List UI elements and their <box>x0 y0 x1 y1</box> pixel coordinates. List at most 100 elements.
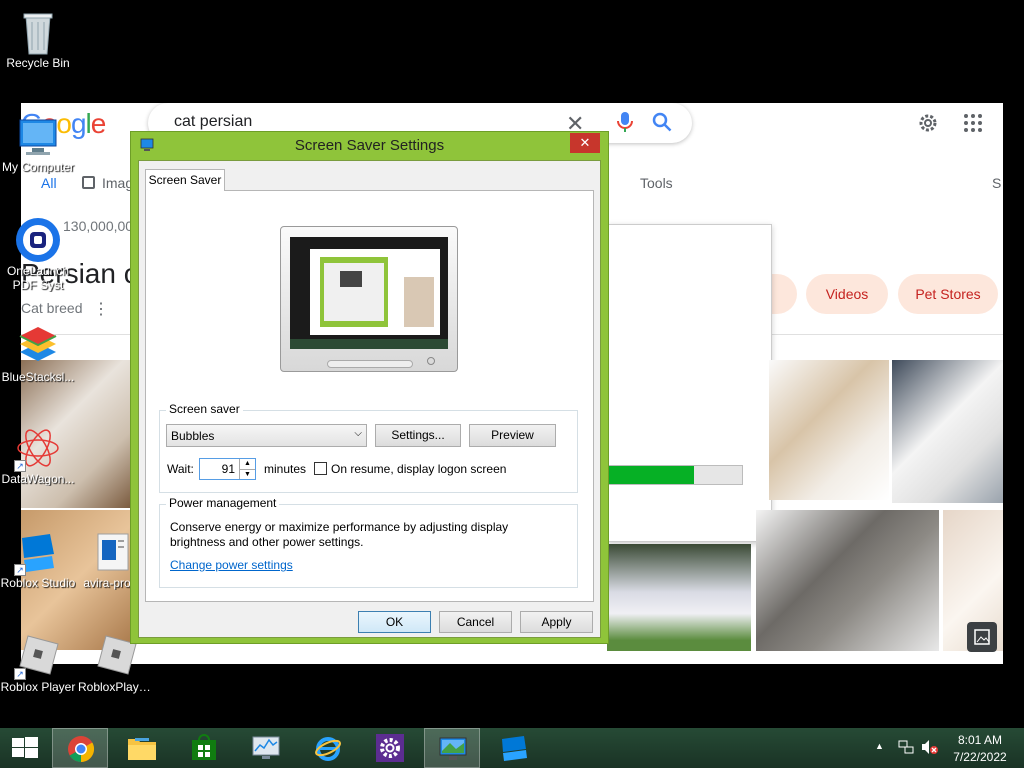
resume-label[interactable]: On resume, display logon screen <box>331 462 506 476</box>
dialog-body: Screen Saver Screen saver Bubbles ⌵ Sett… <box>138 160 601 638</box>
tab-tools[interactable]: Tools <box>640 175 673 191</box>
windows-logo-icon <box>12 737 38 758</box>
close-button[interactable]: ✕ <box>570 133 600 153</box>
preview-button[interactable]: Preview <box>469 424 556 447</box>
desktop-icon-label: Roblox Player <box>0 680 76 694</box>
minutes-label: minutes <box>264 462 307 476</box>
store-icon <box>192 734 216 760</box>
shortcut-arrow-icon: ↗ <box>14 564 26 576</box>
network-icon[interactable] <box>898 739 914 758</box>
selected-screensaver: Bubbles <box>171 429 215 443</box>
chrome-icon <box>68 736 95 763</box>
start-button[interactable] <box>0 728 50 768</box>
chip-pet-stores[interactable]: Pet Stores <box>898 274 998 314</box>
desktop-icon-onelaunch[interactable]: OneLaunch PDF Syst <box>0 216 76 292</box>
chevron-down-icon: ⌵ <box>354 428 362 439</box>
settings-gear-icon[interactable] <box>917 112 939 137</box>
desktop-icon-label: OneLaunch PDF Syst <box>6 264 70 292</box>
shortcut-arrow-icon: ↗ <box>14 668 26 680</box>
power-led-icon <box>427 357 435 365</box>
datawagon-icon: ↗ <box>14 424 62 472</box>
taskbar: ▲ 8:01 AM 7/22/2022 <box>0 728 1024 768</box>
search-icon[interactable] <box>652 112 672 135</box>
screen-saver-group: Screen saver Bubbles ⌵ Settings... Previ… <box>159 402 578 493</box>
folder-icon <box>128 738 156 760</box>
power-description: Conserve energy or maximize performance … <box>170 520 509 549</box>
knowledge-subtitle: Cat breed <box>21 300 83 316</box>
tab-panel: Screen saver Bubbles ⌵ Settings... Previ… <box>145 190 594 602</box>
desktop-icon-label: DataWagon... <box>1 472 75 486</box>
document-icon <box>88 528 136 576</box>
wait-stepper[interactable]: 91 ▲ ▼ <box>199 458 256 480</box>
onelaunch-icon <box>14 216 62 264</box>
cat-photo[interactable] <box>607 544 751 651</box>
tab-more[interactable]: S <box>992 175 1001 191</box>
chip-videos[interactable]: Videos <box>806 274 888 314</box>
taskbar-internet-explorer[interactable] <box>300 728 356 768</box>
more-options-icon[interactable]: ⋮ <box>93 299 109 319</box>
apply-button[interactable]: Apply <box>520 611 593 633</box>
cat-photo[interactable] <box>756 510 939 651</box>
clock-time[interactable]: 8:01 AM <box>950 733 1010 747</box>
desktop-icon-label: My Computer <box>1 160 75 174</box>
microphone-icon[interactable] <box>616 111 634 136</box>
image-icon <box>82 176 95 189</box>
wait-value[interactable]: 91 <box>222 462 235 476</box>
desktop-icon-datawagon[interactable]: ↗ DataWagon... <box>0 424 76 486</box>
desktop-icon-label: Recycle Bin <box>6 56 70 70</box>
volume-muted-icon[interactable] <box>921 739 939 758</box>
bluestacks-icon <box>14 322 62 370</box>
computer-icon <box>14 112 62 160</box>
wait-label: Wait: <box>167 462 194 476</box>
desktop-icon-my-computer[interactable]: My Computer <box>0 112 76 174</box>
taskbar-screen-saver[interactable] <box>424 728 480 768</box>
cat-photo[interactable] <box>892 360 1003 503</box>
image-search-icon[interactable] <box>967 622 997 652</box>
group-title: Power management <box>166 496 280 510</box>
taskbar-settings[interactable] <box>362 728 418 768</box>
settings-button[interactable]: Settings... <box>375 424 461 447</box>
spin-up-button[interactable]: ▲ <box>239 459 255 469</box>
gear-icon <box>376 734 404 762</box>
progress-bar <box>608 465 743 485</box>
roblox-player-icon: ↗ <box>14 632 62 680</box>
change-power-settings-link[interactable]: Change power settings <box>170 558 293 572</box>
taskbar-chrome[interactable] <box>52 728 108 768</box>
desktop-icon-label: BlueStacksl... <box>1 370 75 384</box>
resume-checkbox[interactable] <box>314 462 327 475</box>
taskbar-file-explorer[interactable] <box>114 728 170 768</box>
power-management-group: Power management Conserve energy or maxi… <box>159 496 578 588</box>
internet-explorer-icon <box>315 737 341 761</box>
screen-saver-dialog: Screen Saver Settings ✕ Screen Saver Scr <box>130 131 609 644</box>
desktop-icon-bluestacks[interactable]: BlueStacksl... <box>0 322 76 384</box>
progress-fill <box>609 466 695 484</box>
search-input[interactable]: cat persian <box>174 113 252 131</box>
spin-down-button[interactable]: ▼ <box>239 469 255 479</box>
clock-date[interactable]: 7/22/2022 <box>950 750 1010 764</box>
tab-screen-saver[interactable]: Screen Saver <box>145 169 225 191</box>
taskbar-resource-monitor[interactable] <box>238 728 294 768</box>
cat-photo[interactable] <box>769 360 889 500</box>
roblox-studio-icon: ↗ <box>14 528 62 576</box>
screensaver-select[interactable]: Bubbles ⌵ <box>166 424 367 447</box>
taskbar-roblox[interactable] <box>486 728 542 768</box>
ok-button[interactable]: OK <box>358 611 431 633</box>
desktop-icon-roblox-studio[interactable]: ↗ Roblox Studio <box>0 528 76 590</box>
desktop-icon-label: Roblox Studio <box>0 576 76 590</box>
group-title: Screen saver <box>166 402 243 416</box>
cancel-button[interactable]: Cancel <box>439 611 512 633</box>
recycle-bin-icon <box>14 8 62 56</box>
tab-all[interactable]: All <box>41 175 57 191</box>
desktop-icon-recycle-bin[interactable]: Recycle Bin <box>0 8 76 70</box>
preview-screen <box>290 237 448 349</box>
show-hidden-icons-icon[interactable]: ▲ <box>875 741 884 751</box>
roblox-studio-icon <box>502 736 527 761</box>
desktop-icon-label: RobloxPlaye... <box>78 680 154 694</box>
taskbar-store[interactable] <box>176 728 232 768</box>
apps-grid-icon[interactable] <box>963 113 983 136</box>
desktop-icon-roblox-player[interactable]: ↗ Roblox Player <box>0 632 76 694</box>
monitor-chart-icon <box>252 736 280 759</box>
dialog-title: Screen Saver Settings <box>294 137 445 154</box>
shortcut-arrow-icon: ↗ <box>14 460 26 472</box>
display-icon <box>439 737 467 760</box>
